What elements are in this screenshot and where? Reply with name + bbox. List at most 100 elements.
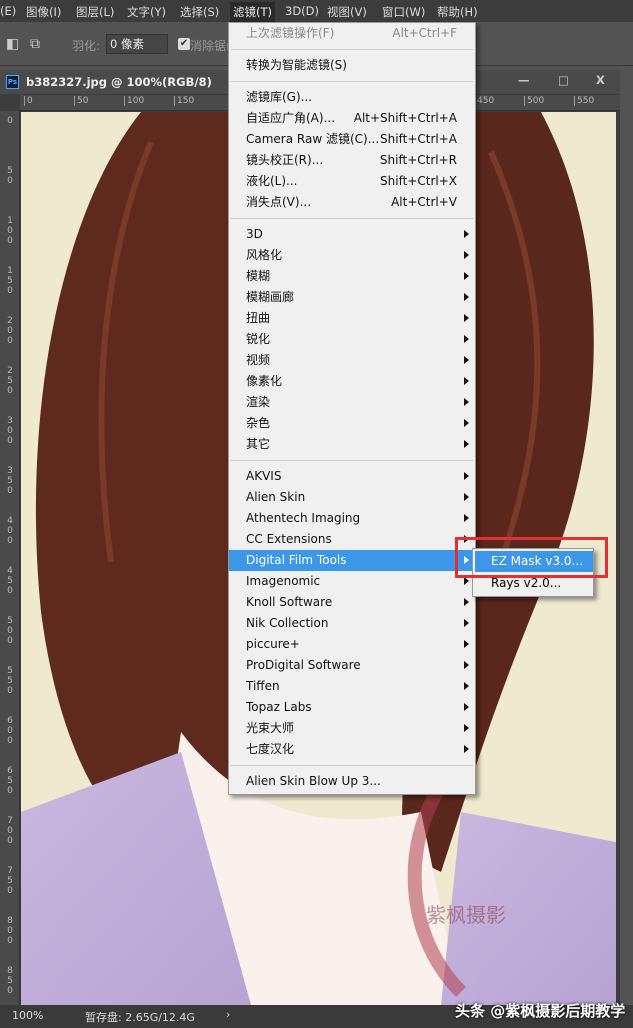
menu-separator	[231, 218, 473, 219]
new-selection-icon[interactable]: ◧	[6, 36, 19, 52]
menu-2[interactable]: 图层(L)	[76, 4, 114, 20]
filter-menu-item[interactable]: 扭曲	[229, 308, 475, 329]
vertical-ruler: 0 5 0 1 0 0 1 5 0 2 0 0 2 5 0 3 0 0 3 5 0 4 0 0 4…	[0, 111, 20, 1005]
filter-menu-item[interactable]: 自适应广角(A)... Alt+Shift+Ctrl+A	[229, 108, 475, 129]
ruler-label: 0	[24, 96, 33, 106]
submenu-arrow-icon	[464, 251, 469, 259]
filter-menu-item[interactable]: Tiffen	[229, 676, 475, 697]
ruler-label: 8 5 0	[7, 966, 13, 996]
submenu-arrow-icon	[464, 314, 469, 322]
menu-item-shortcut: Shift+Ctrl+X	[380, 174, 457, 188]
menu-item-label: Alien Skin	[246, 490, 306, 504]
menu-item-label: 七度汉化	[246, 742, 295, 756]
annotation-highlight-box	[455, 537, 608, 578]
menu-item-label: Camera Raw 滤镜(C)...	[246, 132, 380, 146]
filter-menu-item[interactable]: piccure+	[229, 634, 475, 655]
submenu-arrow-icon	[464, 514, 469, 522]
ruler-label: 150	[174, 96, 194, 106]
menu-7[interactable]: 视图(V)	[327, 4, 367, 20]
submenu-arrow-icon	[464, 377, 469, 385]
filter-menu-item[interactable]: Alien Skin Blow Up 3...	[229, 771, 475, 792]
filter-menu-item[interactable]: 杂色	[229, 413, 475, 434]
menu-item-label: Topaz Labs	[246, 700, 312, 714]
filter-menu-item[interactable]: Athentech Imaging	[229, 508, 475, 529]
filter-menu-item[interactable]: 七度汉化	[229, 739, 475, 760]
submenu-arrow-icon	[464, 472, 469, 480]
filter-menu-item[interactable]: CC Extensions	[229, 529, 475, 550]
maximize-button[interactable]: □	[558, 73, 569, 87]
feather-label: 羽化:	[72, 39, 101, 53]
menu-1[interactable]: 图像(I)	[26, 4, 61, 20]
filter-menu-item[interactable]: Alien Skin	[229, 487, 475, 508]
menu-9[interactable]: 帮助(H)	[437, 4, 478, 20]
filter-menu-item[interactable]: 上次滤镜操作(F) Alt+Ctrl+F	[229, 23, 475, 44]
ruler-label: 2 0 0	[7, 316, 13, 346]
filter-menu-item[interactable]: 光束大师	[229, 718, 475, 739]
submenu-arrow-icon	[464, 682, 469, 690]
filter-menu-item[interactable]: 转换为智能滤镜(S)	[229, 55, 475, 76]
filter-menu-item[interactable]: 镜头校正(R)... Shift+Ctrl+R	[229, 150, 475, 171]
filter-menu-item[interactable]: AKVIS	[229, 466, 475, 487]
menu-item-label: Digital Film Tools	[246, 553, 347, 567]
filter-menu-item[interactable]: 风格化	[229, 245, 475, 266]
svg-text:紫枫摄影: 紫枫摄影	[426, 903, 506, 927]
filter-menu-item[interactable]: Nik Collection	[229, 613, 475, 634]
minimize-button[interactable]: —	[518, 73, 530, 87]
ruler-label: 1 0 0	[7, 216, 13, 246]
submenu-arrow-icon	[464, 356, 469, 364]
ruler-label: 0	[7, 116, 13, 126]
filter-menu-item[interactable]: 锐化	[229, 329, 475, 350]
filter-menu-item[interactable]: 视频	[229, 350, 475, 371]
filter-menu-item[interactable]: 其它	[229, 434, 475, 455]
menu-item-label: 锐化	[246, 332, 271, 346]
submenu-arrow-icon	[464, 493, 469, 501]
filter-menu-item[interactable]: 像素化	[229, 371, 475, 392]
feather-input[interactable]: 0 像素	[106, 34, 168, 54]
ruler-label: 450	[474, 96, 494, 106]
filter-menu-item[interactable]: 滤镜库(G)...	[229, 87, 475, 108]
filter-menu-item[interactable]: Camera Raw 滤镜(C)... Shift+Ctrl+A	[229, 129, 475, 150]
menu-6[interactable]: 3D(D)	[285, 4, 319, 18]
menu-item-shortcut: Alt+Ctrl+F	[392, 26, 457, 40]
ruler-label: 5 0 0	[7, 616, 13, 646]
ruler-label: 8 0 0	[7, 916, 13, 946]
antialias-checkbox[interactable]: ✔	[178, 38, 190, 50]
menu-item-label: 液化(L)...	[246, 174, 298, 188]
menu-3[interactable]: 文字(Y)	[127, 4, 166, 20]
ruler-label: 5 0	[7, 166, 13, 186]
menu-item-label: Athentech Imaging	[246, 511, 361, 525]
menu-item-label: 渲染	[246, 395, 271, 409]
filter-menu-item[interactable]: 模糊画廊	[229, 287, 475, 308]
submenu-arrow-icon	[464, 619, 469, 627]
zoom-level[interactable]: 100%	[12, 1009, 43, 1022]
filter-menu-item[interactable]: 模糊	[229, 266, 475, 287]
ruler-label: 6 0 0	[7, 716, 13, 746]
menu-8[interactable]: 窗口(W)	[382, 4, 425, 20]
filter-menu-item[interactable]: Digital Film Tools	[229, 550, 475, 571]
submenu-arrow-icon	[464, 703, 469, 711]
menu-item-label: Knoll Software	[246, 595, 333, 609]
filter-menu-item[interactable]: 3D	[229, 224, 475, 245]
submenu-arrow-icon	[464, 640, 469, 648]
filter-menu-item[interactable]: 渲染	[229, 392, 475, 413]
menu-item-label: Nik Collection	[246, 616, 329, 630]
ruler-label: 3 5 0	[7, 466, 13, 496]
filter-menu-item[interactable]: 消失点(V)... Alt+Ctrl+V	[229, 192, 475, 213]
menu-4[interactable]: 选择(S)	[180, 4, 219, 20]
menu-item-label: 滤镜库(G)...	[246, 90, 313, 104]
close-button[interactable]: X	[596, 73, 605, 87]
ruler-label: 2 5 0	[7, 366, 13, 396]
filter-menu-item[interactable]: ProDigital Software	[229, 655, 475, 676]
menu-5[interactable]: 滤镜(T)	[230, 2, 275, 22]
status-expand-arrow[interactable]: ›	[226, 1008, 230, 1021]
filter-menu-item[interactable]: Imagenomic	[229, 571, 475, 592]
ruler-label: 550	[574, 96, 594, 106]
filter-menu-item[interactable]: Topaz Labs	[229, 697, 475, 718]
menu-0[interactable]: (E)	[0, 4, 16, 18]
ruler-label: 50	[74, 96, 88, 106]
add-selection-icon[interactable]: ⧉	[30, 36, 40, 52]
filter-menu-item[interactable]: 液化(L)... Shift+Ctrl+X	[229, 171, 475, 192]
menu-item-label: 扭曲	[246, 311, 271, 325]
filter-menu-item[interactable]: Knoll Software	[229, 592, 475, 613]
menu-item-shortcut: Shift+Ctrl+R	[379, 153, 457, 167]
